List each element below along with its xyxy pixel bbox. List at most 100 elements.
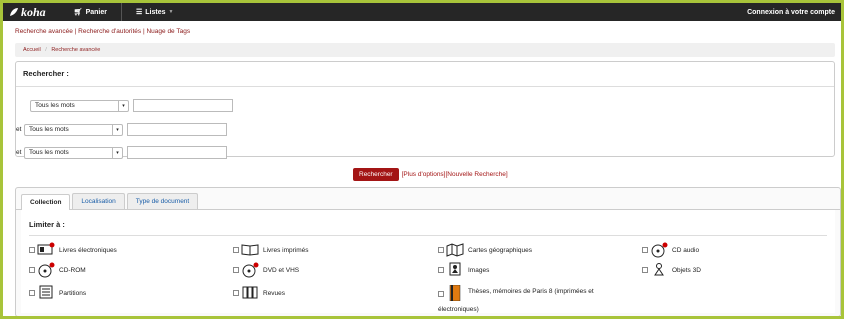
limit-item-dvd: DVD et VHS: [233, 262, 299, 278]
images-icon: [446, 262, 464, 278]
cart-button[interactable]: 🛒︎ Panier: [64, 3, 117, 21]
select-value: Tous les mots: [29, 126, 69, 133]
top-navbar: koha 🛒︎ Panier ☰ Listes ▼ Connexion à vo…: [3, 3, 841, 21]
search-row-3: et Tous les mots ▾: [16, 146, 227, 159]
limit-item-ebook: Livres électroniques: [29, 242, 117, 258]
ebook-icon: [37, 242, 55, 258]
search-panel: Rechercher : Tous les mots ▾ et Tous les…: [15, 61, 835, 159]
score-icon: [37, 285, 55, 301]
breadcrumb: Accueil / Recherche avancée: [15, 43, 835, 57]
breadcrumb-separator: /: [45, 47, 47, 53]
limit-label-thesis: Thèses, mémoires de Paris 8 (imprimées e…: [468, 288, 594, 295]
tab-location[interactable]: Localisation: [72, 193, 125, 209]
checkbox-cd-audio[interactable]: [642, 247, 648, 253]
limit-divider: [29, 235, 827, 236]
search-term-input-3[interactable]: [127, 146, 227, 159]
search-index-select-3[interactable]: Tous les mots ▾: [24, 146, 123, 159]
checkbox-book[interactable]: [233, 247, 239, 253]
cart-icon: 🛒︎: [73, 9, 83, 16]
page-frame: koha 🛒︎ Panier ☰ Listes ▼ Connexion à vo…: [3, 3, 841, 316]
search-row-2: et Tous les mots ▾: [16, 123, 227, 136]
limit-item-3d: Objets 3D: [642, 262, 701, 278]
boolean-operator: et: [16, 149, 22, 156]
koha-logo[interactable]: koha: [9, 5, 46, 20]
advanced-search-link[interactable]: Recherche avancée: [15, 28, 73, 35]
periodical-icon: [241, 285, 259, 301]
select-value: Tous les mots: [29, 149, 69, 156]
thesis-label-continuation: électroniques): [438, 306, 479, 313]
checkbox-periodical[interactable]: [233, 290, 239, 296]
cdrom-icon: [37, 262, 55, 278]
lists-menu[interactable]: ☰ Listes ▼: [126, 3, 183, 21]
more-options-link[interactable]: [Plus d'options]: [402, 171, 446, 178]
login-link[interactable]: Connexion à votre compte: [747, 9, 835, 16]
limit-label-cdrom: CD-ROM: [59, 266, 86, 274]
limit-item-periodical: Revues: [233, 285, 285, 301]
search-title: Rechercher :: [23, 69, 69, 78]
thesis-icon: [446, 284, 464, 302]
list-icon: ☰: [135, 9, 143, 16]
authority-search-link[interactable]: Recherche d'autorités: [78, 28, 141, 35]
limit-label-dvd: DVD et VHS: [263, 266, 300, 274]
limit-label-3d: Objets 3D: [672, 266, 701, 274]
boolean-operator: et: [16, 126, 22, 133]
limit-label-cd-audio: CD audio: [672, 246, 700, 254]
limit-item-score: Partitions: [29, 285, 86, 301]
checkbox-3d[interactable]: [642, 267, 648, 273]
chevron-down-icon: ▾: [112, 147, 122, 158]
search-button[interactable]: Rechercher: [353, 168, 399, 181]
limit-label-book: Livres imprimés: [263, 246, 309, 254]
chevron-down-icon: ▾: [118, 100, 128, 111]
chevron-down-icon: ▾: [112, 124, 122, 135]
checkbox-images[interactable]: [438, 267, 444, 273]
search-links: Recherche avancée | Recherche d'autorité…: [3, 21, 841, 35]
limit-item-book: Livres imprimés: [233, 242, 309, 258]
search-divider: [16, 86, 834, 87]
search-term-input-1[interactable]: [133, 99, 233, 112]
lists-label: Listes: [145, 8, 166, 16]
new-search-link[interactable]: [Nouvelle Recherche]: [446, 171, 508, 178]
search-index-select-2[interactable]: Tous les mots ▾: [24, 123, 123, 136]
select-value: Tous les mots: [35, 102, 75, 109]
checkbox-ebook[interactable]: [29, 247, 35, 253]
chevron-down-icon: ▼: [168, 9, 174, 15]
tab-doc-type[interactable]: Type de document: [126, 193, 199, 209]
limit-item-images: Images: [438, 262, 489, 278]
3d-object-icon: [650, 262, 668, 278]
checkbox-map[interactable]: [438, 247, 444, 253]
limit-item-thesis: Thèses, mémoires de Paris 8 (imprimées e…: [438, 284, 594, 302]
checkbox-thesis[interactable]: [438, 291, 444, 297]
search-actions: Rechercher [Plus d'options] [Nouvelle Re…: [353, 168, 508, 181]
limit-item-cdrom: CD-ROM: [29, 262, 86, 278]
cart-label: Panier: [85, 8, 107, 16]
checkbox-cdrom[interactable]: [29, 267, 35, 273]
search-row-1: Tous les mots ▾: [30, 99, 233, 112]
limit-label-map: Cartes géographiques: [468, 246, 532, 254]
limit-item-cd-audio: CD audio: [642, 242, 699, 258]
limit-item-map: Cartes géographiques: [438, 242, 532, 258]
breadcrumb-current[interactable]: Recherche avancée: [51, 47, 100, 53]
tab-bar: Collection Localisation Type de document: [16, 188, 840, 210]
koha-leaf-icon: [10, 8, 18, 16]
logo-text: koha: [21, 4, 46, 19]
topbar-divider: [120, 3, 122, 21]
search-index-select-1[interactable]: Tous les mots ▾: [30, 99, 129, 112]
breadcrumb-home[interactable]: Accueil: [23, 47, 41, 53]
tag-cloud-link[interactable]: Nuage de Tags: [146, 28, 190, 35]
limit-title: Limiter à :: [29, 220, 65, 229]
limit-label-images: Images: [468, 266, 490, 274]
dvd-icon: [241, 262, 259, 278]
limit-label-score: Partitions: [59, 289, 87, 297]
book-icon: [241, 242, 259, 258]
cd-audio-icon: [650, 242, 668, 258]
limit-label-periodical: Revues: [263, 289, 286, 297]
limit-label-ebook: Livres électroniques: [59, 246, 117, 254]
tab-collection[interactable]: Collection: [21, 194, 71, 210]
checkbox-score[interactable]: [29, 290, 35, 296]
map-icon: [446, 242, 464, 258]
checkbox-dvd[interactable]: [233, 267, 239, 273]
limits-tab-panel: Collection Localisation Type de document…: [15, 187, 841, 316]
search-term-input-2[interactable]: [127, 123, 227, 136]
collection-tab-content: Limiter à : Livres électroniques Livres …: [21, 210, 835, 313]
thesis-label-block: Thèses, mémoires de Paris 8 (imprimées e…: [468, 288, 594, 295]
